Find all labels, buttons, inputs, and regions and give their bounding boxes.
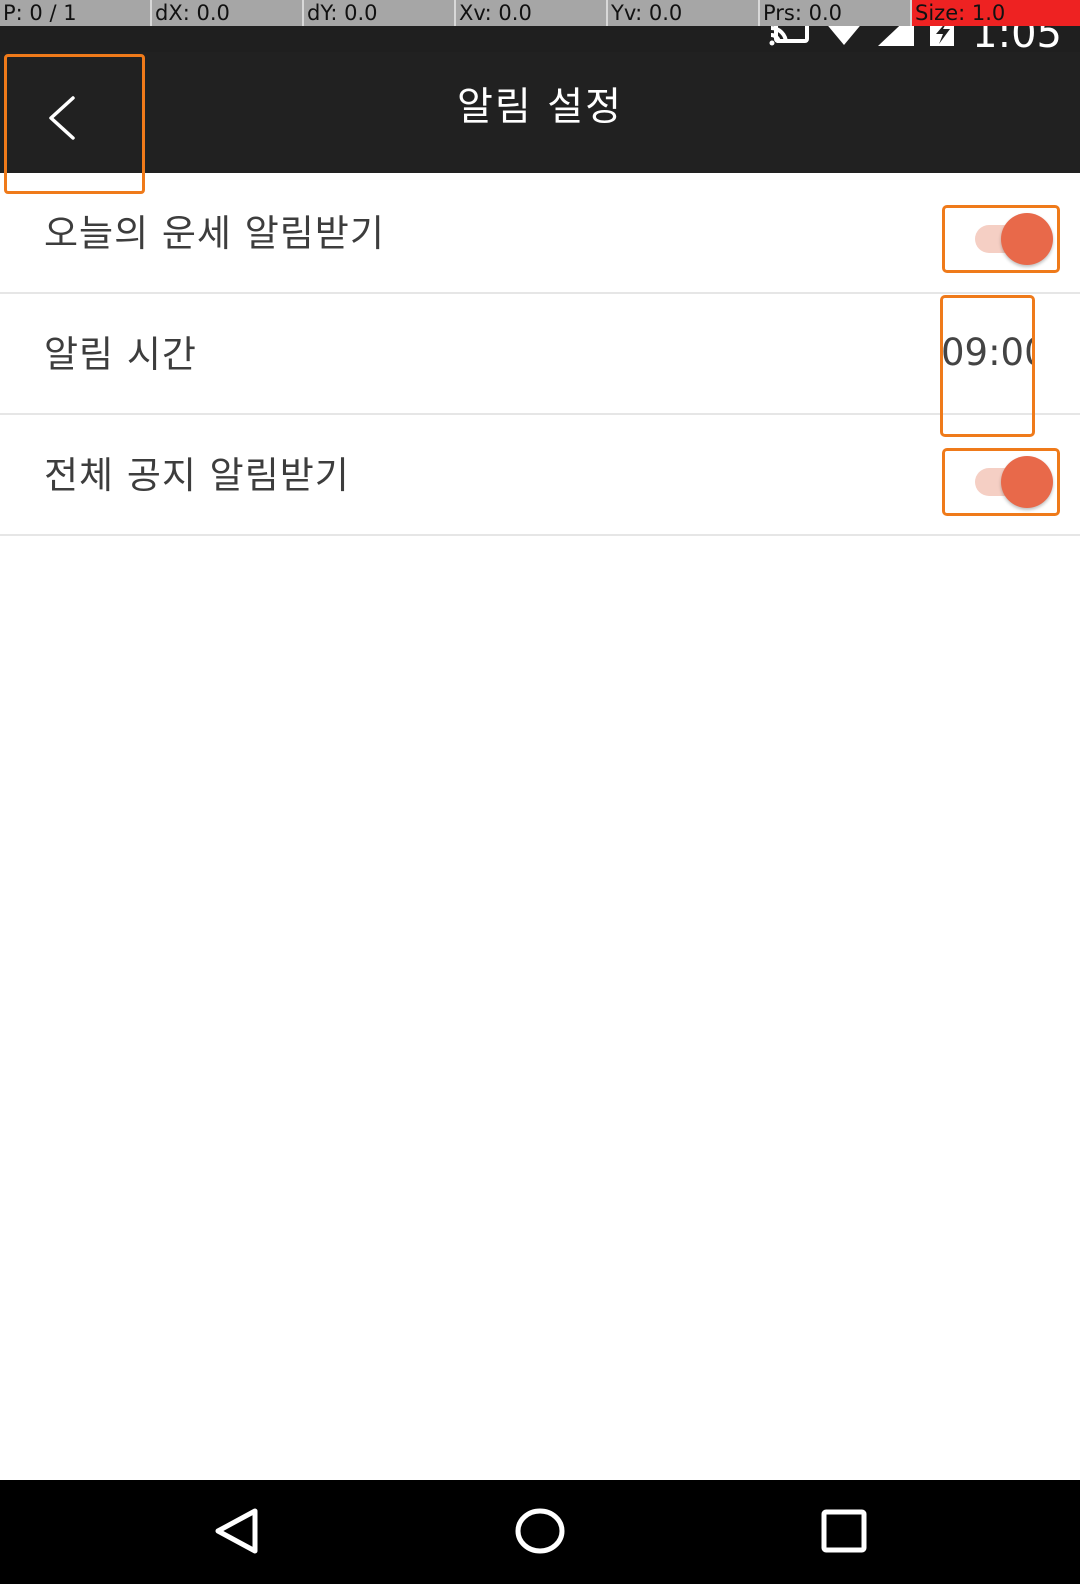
setting-row-notice: 전체 공지 알림받기 bbox=[0, 415, 1080, 536]
debug-size: Size: 1.0 bbox=[912, 0, 1080, 26]
debug-dy: dY: 0.0 bbox=[304, 0, 456, 26]
system-nav-bar bbox=[0, 1480, 1080, 1584]
debug-pointer: P: 0 / 1 bbox=[0, 0, 152, 26]
home-circle-icon[interactable] bbox=[514, 1506, 566, 1560]
recents-square-icon[interactable] bbox=[820, 1506, 868, 1560]
pointer-debug-overlay: P: 0 / 1 dX: 0.0 dY: 0.0 Xv: 0.0 Yv: 0.0… bbox=[0, 0, 1080, 26]
setting-row-daily-fortune: 오늘의 운세 알림받기 bbox=[0, 173, 1080, 294]
setting-row-alarm-time: 알림 시간 09:00 bbox=[0, 294, 1080, 437]
app-bar: 알림 설정 bbox=[0, 52, 1080, 194]
screen: 1:05 P: 0 / 1 dX: 0.0 dY: 0.0 Xv: 0.0 Yv… bbox=[0, 0, 1080, 1584]
back-triangle-icon[interactable] bbox=[212, 1506, 260, 1560]
alarm-time-label: 알림 시간 bbox=[44, 333, 197, 376]
page-title: 알림 설정 bbox=[457, 85, 623, 130]
debug-prs: Prs: 0.0 bbox=[760, 0, 912, 26]
notice-toggle[interactable] bbox=[942, 448, 1060, 516]
chevron-left-icon bbox=[49, 96, 75, 140]
switch-thumb bbox=[1001, 456, 1053, 508]
status-bar: 1:05 P: 0 / 1 dX: 0.0 dY: 0.0 Xv: 0.0 Yv… bbox=[0, 0, 1080, 54]
debug-yv: Yv: 0.0 bbox=[608, 0, 760, 26]
switch-thumb bbox=[1001, 213, 1053, 265]
notice-label: 전체 공지 알림받기 bbox=[44, 454, 350, 497]
debug-dx: dX: 0.0 bbox=[152, 0, 304, 26]
daily-fortune-toggle[interactable] bbox=[942, 205, 1060, 273]
debug-xv: Xv: 0.0 bbox=[456, 0, 608, 26]
daily-fortune-label: 오늘의 운세 알림받기 bbox=[44, 212, 385, 255]
alarm-time-value: 09:00 bbox=[941, 331, 1032, 374]
